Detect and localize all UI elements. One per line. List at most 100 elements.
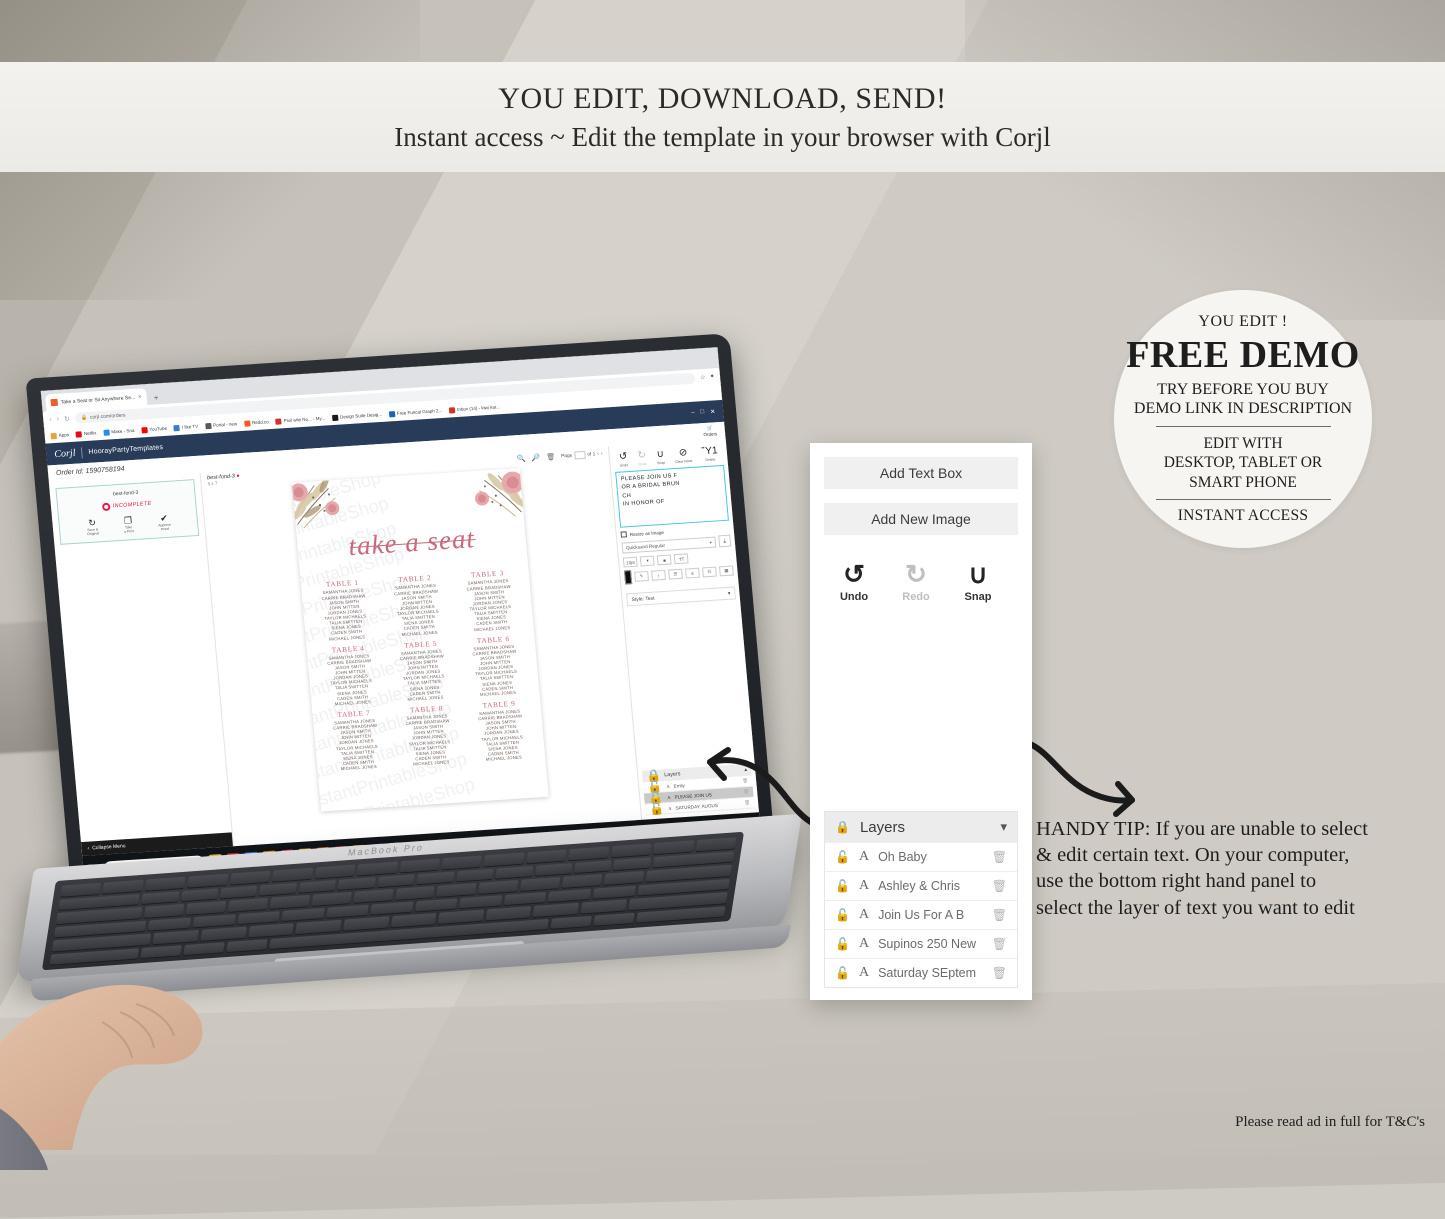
- snap-button[interactable]: ∪ Snap: [956, 561, 1000, 603]
- keyboard-key[interactable]: [580, 899, 627, 914]
- bookmark-item[interactable]: Free Funcal Graph 2...: [388, 407, 443, 417]
- zoom-in-icon[interactable]: 🔍: [517, 455, 526, 464]
- keyboard-key[interactable]: [394, 885, 436, 900]
- keyboard-key[interactable]: [377, 873, 416, 888]
- table-group[interactable]: TABLE 9 SAMANTHA JONES CARRIE BRADSHAW JASO…: [463, 699, 539, 764]
- eyedropper-icon[interactable]: ✎: [634, 570, 649, 582]
- layers-header[interactable]: 🔒 Layers ▾: [825, 812, 1017, 842]
- keyboard-key[interactable]: [495, 865, 534, 879]
- bold-button[interactable]: ■: [657, 554, 672, 566]
- page-input[interactable]: [573, 450, 586, 460]
- next-page-icon[interactable]: ›: [601, 451, 603, 456]
- delete-layer-icon[interactable]: 🗑: [992, 966, 1007, 980]
- table-group[interactable]: TABLE 8 SAMANTHA JONES CARRIE BRADSHAW JASO…: [391, 703, 467, 768]
- layer-row[interactable]: 🔓 A Supinos 250 New 🗑: [825, 929, 1017, 958]
- undo-button[interactable]: ↺ Undo: [619, 451, 629, 467]
- keyboard-key[interactable]: [102, 879, 144, 894]
- undo-button[interactable]: ↺ Undo: [832, 561, 876, 603]
- bookmark-item[interactable]: Redd.co: [243, 419, 269, 427]
- add-text-box-button[interactable]: Add Text Box: [824, 457, 1018, 489]
- bookmark-item[interactable]: Pixil wile No... - My...: [275, 415, 325, 425]
- table-group[interactable]: TABLE 7 SAMANTHA JONES CARRIE BRADSHAW JASO…: [318, 708, 394, 773]
- keyboard-key[interactable]: [573, 859, 612, 873]
- keyboard-key[interactable]: [483, 852, 525, 866]
- unlock-icon[interactable]: 🔓: [835, 850, 850, 864]
- lock-icon[interactable]: 🔓: [649, 801, 665, 816]
- keyboard-key[interactable]: [356, 861, 398, 876]
- prev-page-icon[interactable]: ‹: [597, 451, 599, 456]
- star-icon[interactable]: ☆: [700, 374, 706, 381]
- keyboard-key[interactable]: [519, 876, 561, 891]
- keyboard-key[interactable]: [534, 862, 573, 876]
- keyboard-key[interactable]: [568, 846, 610, 860]
- text-transform-button[interactable]: TT: [674, 553, 689, 565]
- keyboard-key[interactable]: [416, 871, 455, 885]
- keyboard-key[interactable]: [353, 888, 394, 903]
- keyboard-key[interactable]: [603, 870, 644, 885]
- new-tab-button[interactable]: +: [149, 393, 163, 405]
- unlock-icon[interactable]: 🔓: [835, 937, 850, 951]
- layer-row[interactable]: 🔓 A Saturday SEptem 🗑: [825, 958, 1017, 987]
- style-section[interactable]: Style: Text ▾: [626, 586, 736, 607]
- list-icon[interactable]: ≡: [685, 567, 700, 579]
- keyboard-key[interactable]: [610, 843, 652, 857]
- bookmark-item[interactable]: I like TV: [173, 423, 199, 431]
- keyboard-key[interactable]: [229, 870, 271, 885]
- thumbnail-action-button[interactable]: ❐ Take a Print: [115, 515, 143, 535]
- layer-row[interactable]: 🔓 A Join Us For A B 🗑: [825, 900, 1017, 929]
- back-icon[interactable]: ‹: [49, 416, 52, 423]
- keyboard-key[interactable]: [455, 868, 494, 882]
- forward-icon[interactable]: ›: [56, 416, 59, 423]
- bookmark-item[interactable]: Apps: [50, 432, 69, 439]
- keyboard-key[interactable]: [314, 864, 356, 879]
- bookmark-item[interactable]: Netflix: [75, 430, 97, 438]
- table-group[interactable]: TABLE 1 SAMANTHA JONES CARRIE BRADSHAW JASO…: [307, 578, 383, 643]
- delete-layer-icon[interactable]: 🗑: [992, 879, 1007, 893]
- keyboard-key[interactable]: [311, 891, 352, 906]
- align-icon[interactable]: ☰: [668, 568, 683, 580]
- close-icon[interactable]: ×: [138, 394, 142, 400]
- font-download-button[interactable]: ⇣: [718, 534, 732, 548]
- keyboard-key[interactable]: [414, 897, 458, 912]
- keyboard-key[interactable]: [259, 882, 298, 896]
- keyboard-key[interactable]: [219, 885, 258, 899]
- minimize-icon[interactable]: –: [691, 410, 695, 416]
- crop-icon[interactable]: ▦: [718, 565, 734, 577]
- keyboard-key[interactable]: [187, 873, 229, 888]
- chevron-down-icon[interactable]: ▾: [1000, 819, 1007, 835]
- keyboard-key[interactable]: [636, 905, 726, 923]
- keyboard-key[interactable]: [337, 876, 376, 890]
- keyboard-key[interactable]: [652, 840, 694, 854]
- zoom-out-icon[interactable]: 🔎: [531, 454, 540, 463]
- layer-row[interactable]: 🔓 A Oh Baby 🗑: [825, 842, 1017, 871]
- window-close-icon[interactable]: ✕: [710, 408, 716, 415]
- keyboard-key[interactable]: [695, 837, 737, 851]
- unlock-icon[interactable]: 🔓: [835, 908, 850, 922]
- clear-none-button[interactable]: ⊘ Clear None: [674, 447, 692, 464]
- keyboard-key[interactable]: [485, 906, 532, 920]
- table-group[interactable]: TABLE 2 SAMANTHA JONES CARRIE BRADSHAW JASO…: [379, 573, 455, 638]
- keyboard-key[interactable]: [548, 888, 592, 902]
- keyboard-key[interactable]: [145, 876, 187, 891]
- delete-layer-icon[interactable]: 🗑: [992, 850, 1007, 864]
- bookmark-item[interactable]: YouTube: [141, 425, 167, 433]
- keyboard-key[interactable]: [592, 885, 636, 899]
- keyboard-key[interactable]: [459, 894, 503, 909]
- bookmark-item[interactable]: Inbox (14) - kiwi kar...: [448, 404, 500, 414]
- keyboard-key[interactable]: [342, 916, 390, 931]
- corjl-logo[interactable]: Corjl: [54, 447, 76, 459]
- keyboard-key[interactable]: [478, 879, 519, 894]
- keyboard-key[interactable]: [436, 882, 477, 897]
- keyboard-key[interactable]: [325, 904, 370, 918]
- table-group[interactable]: TABLE 6 SAMANTHA JONES CARRIE BRADSHAW JASO…: [458, 634, 534, 699]
- keyboard-key[interactable]: [526, 849, 568, 863]
- reload-icon[interactable]: ↻: [64, 415, 70, 423]
- unlock-icon[interactable]: 🔓: [835, 966, 850, 980]
- keyboard-key[interactable]: [399, 858, 441, 872]
- keyboard-key[interactable]: [441, 855, 483, 869]
- maximize-icon[interactable]: □: [700, 409, 704, 415]
- keyboard-key[interactable]: [533, 902, 580, 917]
- layer-order-icon[interactable]: ☷: [702, 566, 717, 578]
- keyboard-key[interactable]: [593, 912, 635, 926]
- keyboard-key[interactable]: [370, 901, 414, 915]
